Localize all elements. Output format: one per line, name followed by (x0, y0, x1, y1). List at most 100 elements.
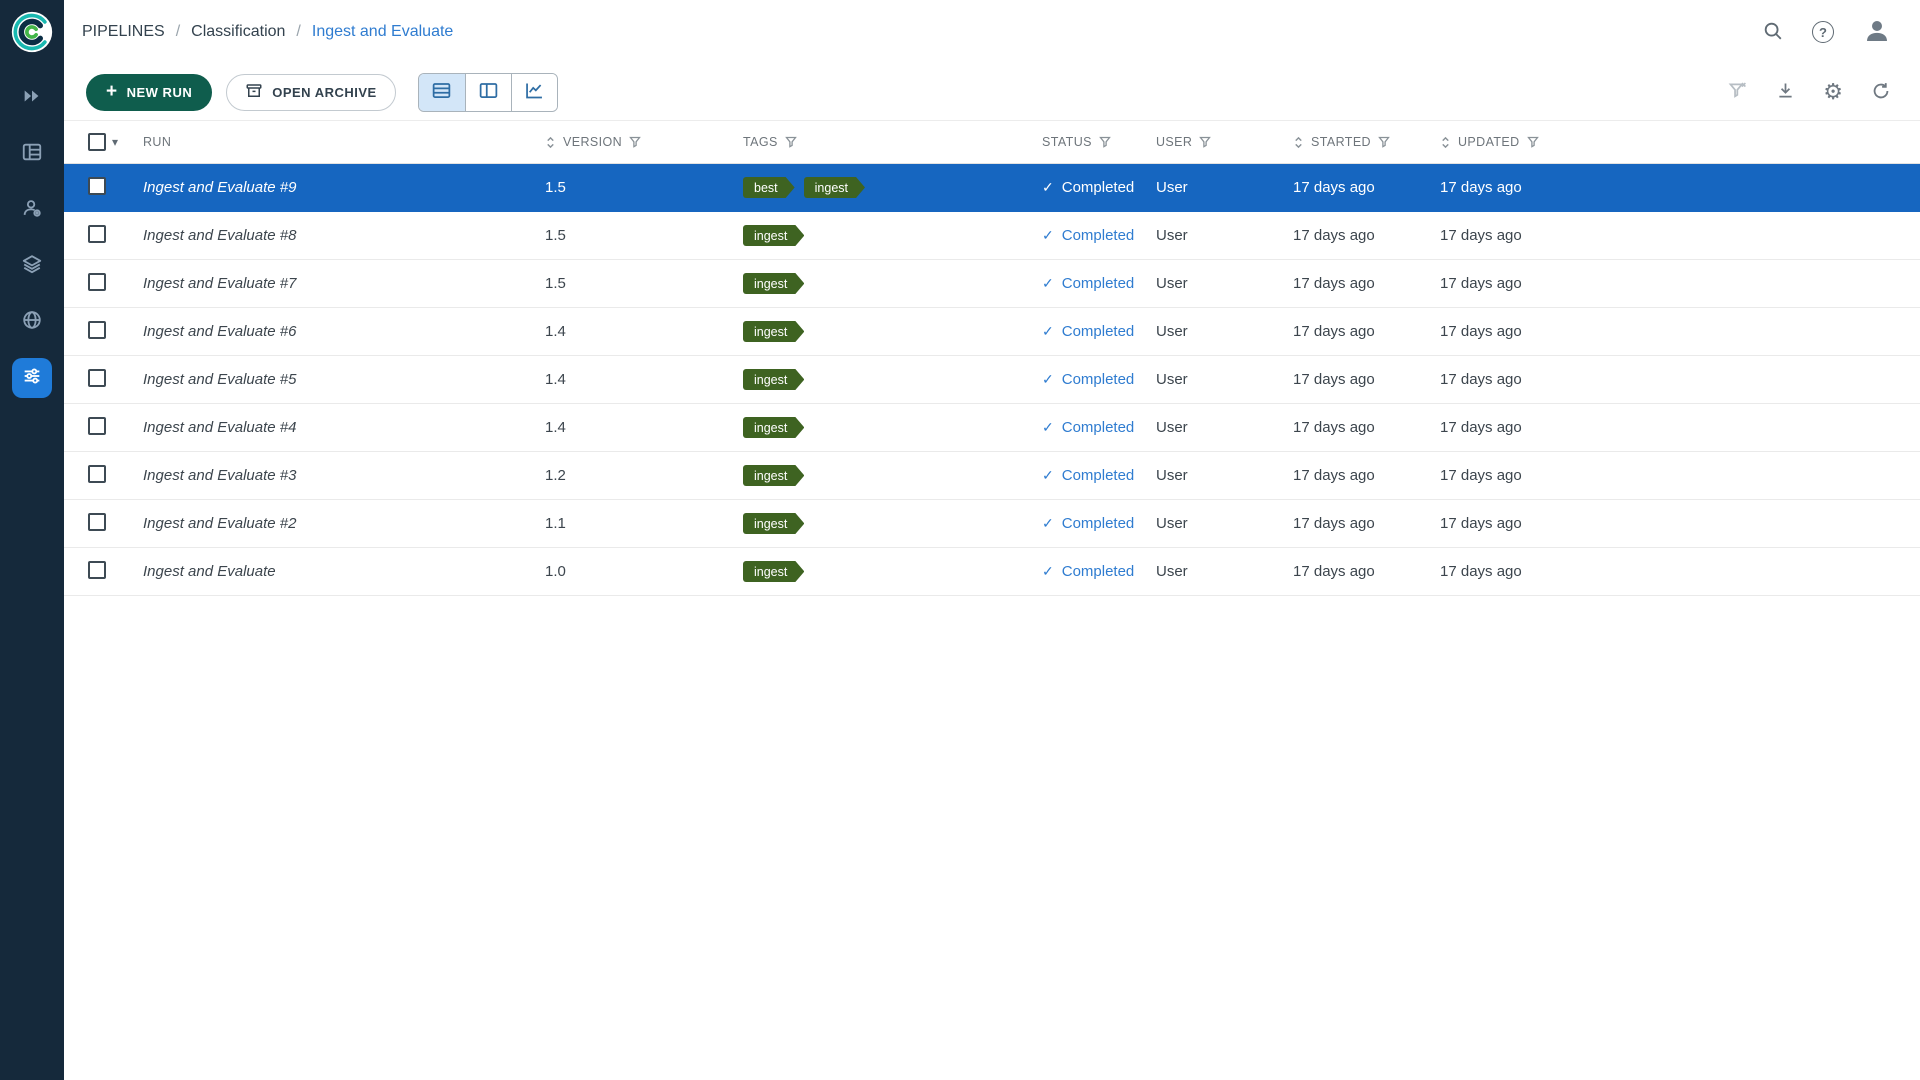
row-select-cell (64, 465, 143, 487)
run-name-cell: Ingest and Evaluate #6 (143, 323, 545, 340)
breadcrumb-pipelines[interactable]: PIPELINES (82, 23, 165, 41)
table-row[interactable]: Ingest and Evaluate #3 1.2 ingest ✓ Comp… (64, 452, 1920, 500)
table-row[interactable]: Ingest and Evaluate #4 1.4 ingest ✓ Comp… (64, 404, 1920, 452)
updated-column-label[interactable]: UPDATED (1458, 135, 1520, 149)
check-icon: ✓ (1042, 371, 1054, 388)
run-user: User (1156, 275, 1293, 292)
user-menu-button[interactable] (1862, 16, 1892, 49)
download-button[interactable] (1775, 80, 1796, 104)
run-started: 17 days ago (1293, 515, 1440, 532)
sidebar-item-experiments[interactable] (12, 134, 52, 174)
run-status: ✓ Completed (1042, 467, 1156, 484)
table-row[interactable]: Ingest and Evaluate #6 1.4 ingest ✓ Comp… (64, 308, 1920, 356)
column-header-status: STATUS (1042, 135, 1156, 149)
select-all-cell: ▾ (64, 133, 143, 151)
tag-pill: ingest (743, 321, 804, 342)
table-row[interactable]: Ingest and Evaluate #7 1.5 ingest ✓ Comp… (64, 260, 1920, 308)
column-header-started: STARTED (1293, 135, 1440, 149)
chart-view-button[interactable] (511, 74, 557, 111)
table-row[interactable]: Ingest and Evaluate #8 1.5 ingest ✓ Comp… (64, 212, 1920, 260)
check-icon: ✓ (1042, 563, 1054, 580)
table-view-button[interactable] (419, 74, 465, 111)
row-checkbox[interactable] (88, 273, 106, 291)
row-checkbox[interactable] (88, 513, 106, 531)
run-started: 17 days ago (1293, 563, 1440, 580)
row-checkbox[interactable] (88, 225, 106, 243)
row-checkbox[interactable] (88, 177, 106, 195)
search-icon (1762, 20, 1784, 45)
clear-filters-button[interactable] (1727, 80, 1748, 104)
run-name[interactable]: Ingest and Evaluate #2 (143, 515, 296, 532)
avatar (1862, 16, 1892, 49)
plus-icon: + (106, 82, 118, 101)
row-checkbox[interactable] (88, 465, 106, 483)
split-view-button[interactable] (465, 74, 511, 111)
run-version: 1.2 (545, 467, 743, 484)
clearml-logo[interactable] (10, 10, 54, 54)
refresh-icon (1870, 80, 1892, 105)
row-checkbox[interactable] (88, 369, 106, 387)
run-version: 1.5 (545, 179, 743, 196)
run-name-cell: Ingest and Evaluate #2 (143, 515, 545, 532)
run-user: User (1156, 323, 1293, 340)
column-header-updated: UPDATED (1440, 135, 1920, 149)
empty-area (64, 596, 1920, 1080)
check-icon: ✓ (1042, 467, 1054, 484)
filter-icon[interactable] (1199, 136, 1211, 148)
version-column-label[interactable]: VERSION (563, 135, 622, 149)
open-archive-button[interactable]: OPEN ARCHIVE (226, 74, 395, 111)
column-header-version: VERSION (545, 135, 743, 149)
filter-icon[interactable] (785, 136, 797, 148)
run-name[interactable]: Ingest and Evaluate #4 (143, 419, 296, 436)
run-name[interactable]: Ingest and Evaluate #6 (143, 323, 296, 340)
run-name[interactable]: Ingest and Evaluate #3 (143, 467, 296, 484)
view-toggle (418, 73, 558, 112)
tag-pill: best (743, 177, 795, 198)
sidebar-item-reports[interactable] (12, 302, 52, 342)
filter-icon[interactable] (629, 136, 641, 148)
run-name[interactable]: Ingest and Evaluate #9 (143, 179, 296, 196)
status-label: Completed (1062, 371, 1135, 388)
select-all-caret-icon[interactable]: ▾ (112, 135, 118, 149)
row-select-cell (64, 513, 143, 535)
run-name[interactable]: Ingest and Evaluate (143, 563, 276, 580)
status-label: Completed (1062, 275, 1135, 292)
sidebar-item-datasets[interactable] (12, 246, 52, 286)
auto-refresh-button[interactable] (1870, 80, 1892, 105)
sidebar-item-projects[interactable] (12, 78, 52, 118)
table-row[interactable]: Ingest and Evaluate #9 1.5 bestingest ✓ … (64, 164, 1920, 212)
filter-icon[interactable] (1099, 136, 1111, 148)
sort-icon[interactable] (545, 136, 556, 149)
select-all-checkbox[interactable] (88, 133, 106, 151)
check-icon: ✓ (1042, 227, 1054, 244)
run-column-label: RUN (143, 135, 171, 149)
tag-pill: ingest (743, 225, 804, 246)
table-row[interactable]: Ingest and Evaluate #2 1.1 ingest ✓ Comp… (64, 500, 1920, 548)
row-checkbox[interactable] (88, 561, 106, 579)
breadcrumb-project[interactable]: Classification (191, 23, 285, 41)
run-name[interactable]: Ingest and Evaluate #5 (143, 371, 296, 388)
new-run-button[interactable]: + NEW RUN (86, 74, 212, 111)
filter-icon[interactable] (1527, 136, 1539, 148)
table-body: Ingest and Evaluate #9 1.5 bestingest ✓ … (64, 164, 1920, 596)
settings-button[interactable]: ⚙ (1823, 81, 1843, 103)
sort-icon[interactable] (1293, 136, 1304, 149)
sort-icon[interactable] (1440, 136, 1451, 149)
run-tags: bestingest (743, 177, 1042, 198)
run-name[interactable]: Ingest and Evaluate #8 (143, 227, 296, 244)
row-checkbox[interactable] (88, 321, 106, 339)
started-column-label[interactable]: STARTED (1311, 135, 1371, 149)
sidebar-item-pipelines[interactable] (12, 358, 52, 398)
split-view-icon (478, 80, 499, 104)
table-row[interactable]: Ingest and Evaluate 1.0 ingest ✓ Complet… (64, 548, 1920, 596)
help-button[interactable]: ? (1812, 21, 1834, 43)
run-status: ✓ Completed (1042, 563, 1156, 580)
run-status: ✓ Completed (1042, 227, 1156, 244)
table-row[interactable]: Ingest and Evaluate #5 1.4 ingest ✓ Comp… (64, 356, 1920, 404)
sidebar-item-workers[interactable] (12, 190, 52, 230)
row-checkbox[interactable] (88, 417, 106, 435)
run-name[interactable]: Ingest and Evaluate #7 (143, 275, 296, 292)
search-button[interactable] (1762, 20, 1784, 45)
run-updated: 17 days ago (1440, 227, 1920, 244)
filter-icon[interactable] (1378, 136, 1390, 148)
